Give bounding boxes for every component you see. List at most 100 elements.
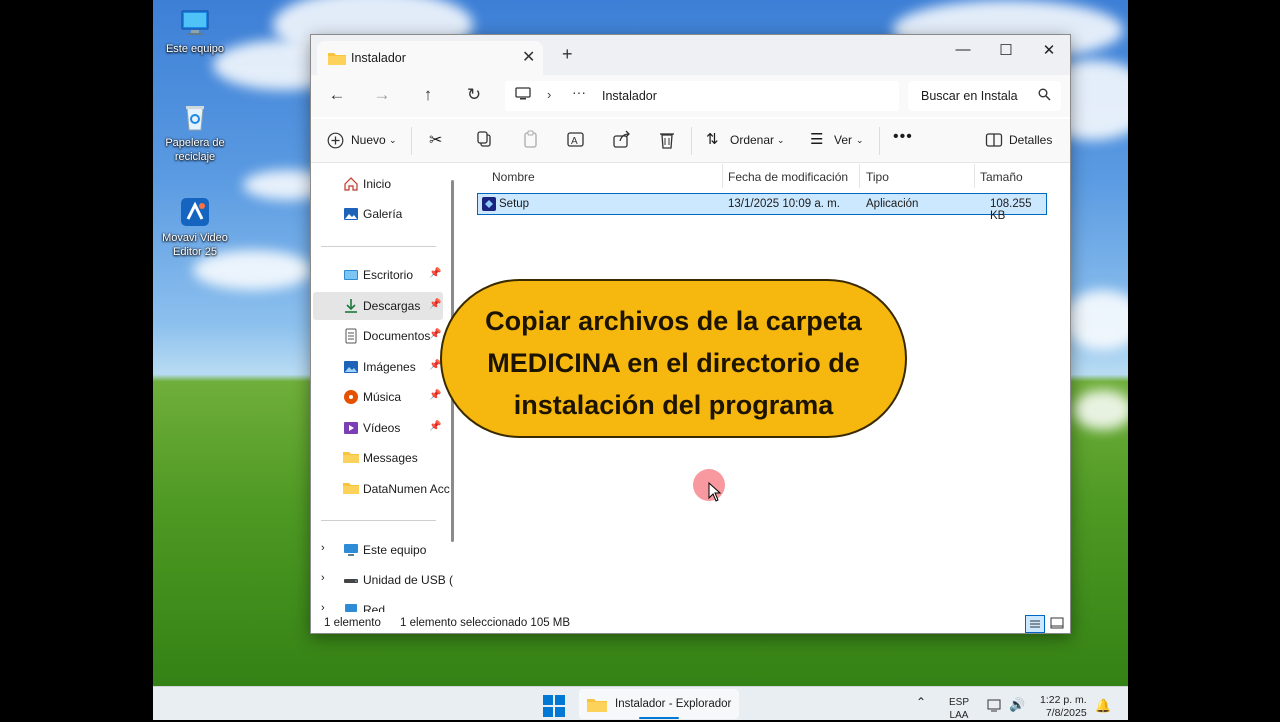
expand-chevron-icon[interactable]: › [321, 602, 325, 612]
sidebar-item-descargas[interactable]: Descargas 📌 [313, 292, 443, 320]
maximize-button[interactable]: ☐ [991, 41, 1021, 59]
cloud [1073, 390, 1128, 430]
sidebar-item-label: Música [363, 390, 402, 404]
plus-circle-icon [327, 132, 344, 152]
folder-icon [328, 51, 346, 68]
desktop-icon-label: Movavi Video Editor 25 [162, 232, 228, 258]
new-button[interactable]: Nuevo [351, 133, 386, 147]
sidebar-item-usb[interactable]: › Unidad de USB ( [313, 566, 453, 594]
pin-icon[interactable]: 📌 [429, 299, 441, 310]
setup-app-icon [482, 197, 496, 214]
column-divider[interactable] [859, 164, 860, 188]
delete-icon[interactable] [656, 129, 678, 151]
clock-date: 7/8/2025 [1045, 707, 1087, 719]
forward-arrow-icon[interactable]: → [371, 85, 393, 105]
sort-button[interactable]: Ordenar [730, 133, 774, 147]
sidebar-item-musica[interactable]: Música 📌 [313, 383, 443, 411]
pin-icon[interactable]: 📌 [429, 329, 441, 340]
callout-line: Copiar archivos de la carpeta [485, 306, 862, 336]
details-view-icon[interactable] [1025, 615, 1045, 633]
document-icon [343, 328, 359, 344]
toolbar-divider [411, 127, 412, 155]
column-header-size[interactable]: Tamaño [980, 170, 1023, 184]
breadcrumb-current[interactable]: Instalador [602, 89, 657, 103]
column-header-type[interactable]: Tipo [866, 170, 889, 184]
pictures-icon [343, 359, 359, 375]
tiles-view-icon[interactable] [1049, 615, 1065, 633]
cut-icon[interactable]: ✂ [429, 130, 442, 150]
column-header-modified[interactable]: Fecha de modificación [728, 170, 848, 184]
refresh-icon[interactable]: ↻ [463, 85, 485, 105]
rename-icon[interactable]: A [565, 129, 587, 151]
sidebar-item-videos[interactable]: Vídeos 📌 [313, 414, 443, 442]
sidebar-item-inicio[interactable]: Inicio [313, 170, 443, 198]
expand-chevron-icon[interactable]: › [321, 542, 325, 554]
new-tab-button[interactable]: + [562, 44, 573, 65]
column-divider[interactable] [722, 164, 723, 188]
sidebar-item-documentos[interactable]: Documentos 📌 [313, 322, 443, 350]
tab-instalador[interactable]: Instalador ✕ [317, 41, 543, 75]
table-row[interactable]: Setup 13/1/2025 10:09 a. m. Aplicación 1… [477, 193, 1047, 222]
start-button-icon[interactable] [543, 695, 565, 720]
sidebar-item-escritorio[interactable]: Escritorio 📌 [313, 261, 443, 289]
gallery-icon [343, 206, 359, 222]
volume-icon[interactable]: 🔊 [1009, 697, 1025, 713]
close-window-button[interactable]: ✕ [1034, 41, 1064, 59]
desktop-icon-movavi[interactable]: Movavi Video Editor 25 [153, 197, 237, 259]
sidebar-item-red[interactable]: › Red [313, 596, 443, 612]
pin-icon[interactable]: 📌 [429, 390, 441, 401]
chevron-down-icon: ⌄ [856, 135, 864, 145]
chevron-down-icon: ⌄ [389, 135, 397, 145]
movavi-app-icon [180, 197, 210, 227]
column-header-name[interactable]: Nombre [492, 170, 535, 184]
more-crumbs-icon[interactable]: ··· [572, 84, 586, 100]
clock[interactable]: 1:22 p. m. 7/8/2025 [1040, 694, 1087, 720]
address-bar[interactable]: › ··· Instalador [505, 81, 899, 111]
minimize-button[interactable]: — [948, 41, 978, 58]
lang-layout: LAA [949, 710, 969, 721]
search-input[interactable]: Buscar en Instala [908, 81, 1061, 111]
command-bar: Nuevo ⌄ ✂ A ⇅ Ordenar ⌄ ☰ Ver ⌄ ••• Deta… [311, 119, 1070, 163]
pin-icon[interactable]: 📌 [429, 268, 441, 279]
view-button[interactable]: Ver [834, 133, 852, 147]
sidebar-item-datanumen[interactable]: DataNumen Acc [313, 475, 450, 503]
chevron-down-icon: ⌄ [777, 135, 785, 145]
item-count: 1 elemento [324, 617, 381, 629]
tutorial-callout: Copiar archivos de la carpeta MEDICINA e… [440, 279, 907, 438]
network-icon[interactable] [987, 699, 1003, 716]
sidebar-item-galeria[interactable]: Galería [313, 200, 443, 228]
usb-drive-icon [343, 572, 359, 588]
sidebar-item-este-equipo[interactable]: › Este equipo [313, 536, 443, 564]
column-divider[interactable] [974, 164, 975, 188]
navigation-bar: ← → ↑ ↻ › ··· Instalador Buscar en Insta… [311, 75, 1070, 117]
language-indicator[interactable]: ESP LAA [949, 696, 969, 722]
lang-code: ESP [949, 697, 970, 708]
sidebar-item-label: Unidad de USB ( [363, 573, 453, 587]
copy-icon[interactable] [474, 129, 496, 151]
show-hidden-icons[interactable]: ⌃ [916, 695, 926, 709]
back-arrow-icon[interactable]: ← [326, 85, 348, 105]
up-arrow-icon[interactable]: ↑ [417, 85, 439, 105]
search-placeholder: Buscar en Instala [921, 89, 1018, 103]
taskbar-app-explorer[interactable]: Instalador - Explorador [579, 689, 739, 719]
computer-icon [515, 87, 531, 104]
desktop-icon-este-equipo[interactable]: Este equipo [153, 8, 237, 56]
sidebar-item-label: Messages [363, 451, 418, 465]
folder-icon [587, 697, 607, 715]
details-button[interactable]: Detalles [1009, 133, 1052, 147]
pin-icon[interactable]: 📌 [429, 421, 441, 432]
home-icon [343, 176, 359, 192]
paste-icon[interactable] [520, 129, 542, 151]
expand-chevron-icon[interactable]: › [321, 572, 325, 584]
sidebar-item-label: DataNumen Acc [363, 482, 450, 496]
close-tab-icon[interactable]: ✕ [522, 47, 535, 67]
download-icon [343, 298, 359, 314]
notification-bell-icon[interactable]: 🔔 [1095, 698, 1111, 714]
desktop-icon-papelera[interactable]: Papelera de reciclaje [153, 102, 237, 164]
sidebar-divider [321, 246, 436, 247]
sidebar-item-messages[interactable]: Messages [313, 444, 443, 472]
file-modified: 13/1/2025 10:09 a. m. [728, 198, 840, 210]
more-options-icon[interactable]: ••• [893, 128, 913, 146]
share-icon[interactable] [611, 129, 633, 151]
sidebar-item-imagenes[interactable]: Imágenes 📌 [313, 353, 443, 381]
